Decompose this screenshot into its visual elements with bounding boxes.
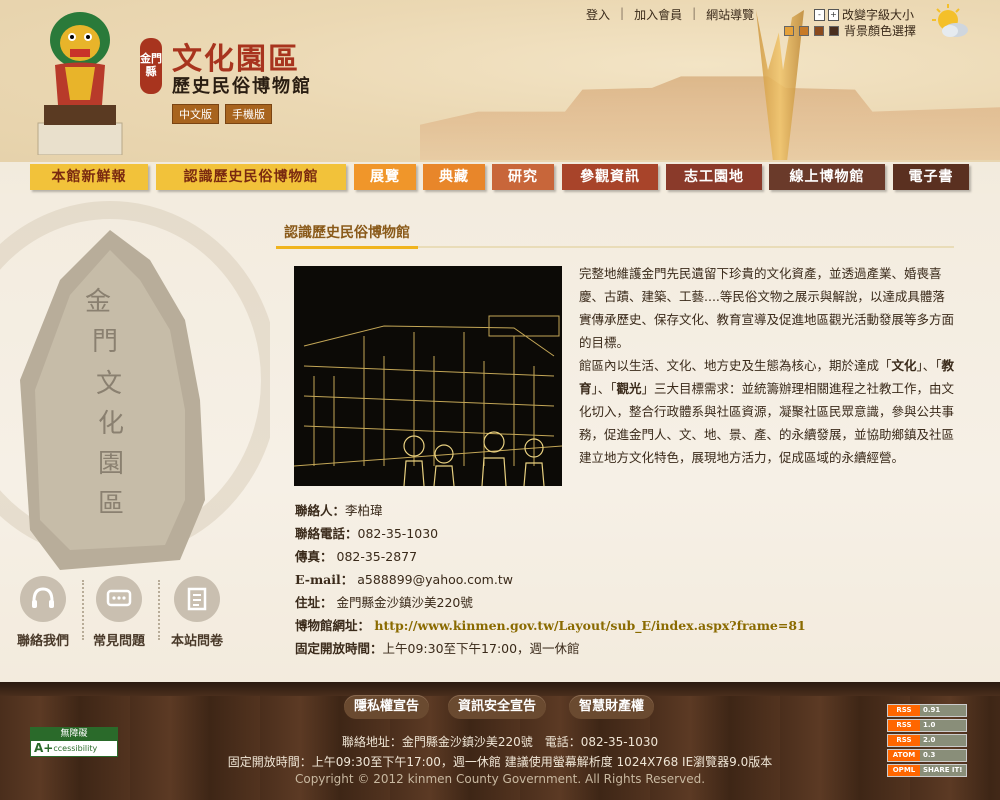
rock-inscription-3: 文	[96, 369, 122, 399]
top-links: 登入 | 加入會員 | 網站導覽	[586, 6, 754, 23]
rss-10-badge[interactable]: RSS 1.0	[887, 719, 967, 732]
rock-inscription-2: 門	[92, 327, 118, 357]
rss-20-badge[interactable]: RSS 2.0	[887, 734, 967, 747]
separator: |	[620, 6, 625, 20]
privacy-button[interactable]: 隱私權宣告	[344, 695, 430, 719]
contact-address: 住址： 金門縣金沙鎮沙美220號	[295, 595, 473, 610]
nav-about-museum[interactable]: 認識歷史民俗博物館	[156, 164, 346, 190]
nav-visit-info[interactable]: 參觀資訊	[562, 164, 658, 190]
rock-monument-image: 金 門 文 化 園 區	[0, 201, 270, 570]
quick-faq-label: 常見問題	[92, 634, 145, 649]
font-smaller-icon[interactable]: -	[814, 8, 825, 21]
font-size-label: 改變字級大小	[842, 8, 915, 22]
page: 金門縣 文化園區 歷史民俗博物館 中文版 手機版 登入 | 加入會員 | 網站導覽 …	[0, 0, 1000, 800]
sitemap-link[interactable]: 網站導覽	[706, 6, 754, 23]
rock-inscription-5: 園	[98, 449, 124, 479]
bg-color-swatch-4[interactable]	[829, 25, 839, 36]
opml-badge[interactable]: OPML SHARE IT!	[887, 764, 967, 777]
museum-description: 完整地維護金門先民遺留下珍貴的文化資產，並透過產業、婚喪喜慶、古蹟、建築、工藝.…	[579, 262, 955, 469]
contact-website: 博物館網址： http://www.kinmen.gov.tw/Layout/s…	[295, 618, 806, 633]
survey-icon	[174, 576, 220, 622]
contact-email: E-mail： a588899@yahoo.com.tw	[295, 572, 513, 587]
headset-icon	[20, 576, 66, 622]
footer-hours: 固定開放時間：上午09:30至下午17:00，週一休館 建議使用螢幕解析度 10…	[227, 755, 773, 769]
rock-inscription-4: 化	[98, 409, 124, 439]
rock-inscription-6: 區	[98, 489, 124, 519]
font-larger-icon[interactable]: +	[828, 8, 839, 21]
accessibility-badge-grade: A+	[34, 741, 54, 755]
join-member-link[interactable]: 加入會員	[634, 6, 682, 23]
divider	[158, 580, 160, 640]
logo-county-badge: 金門縣	[140, 38, 162, 94]
bg-color-label: 背景顏色選擇	[844, 24, 917, 38]
quick-survey[interactable]: 本站問卷	[162, 576, 232, 649]
wind-lion-god-statue	[37, 12, 123, 155]
quick-survey-label: 本站問卷	[170, 634, 223, 649]
nav-exhibitions[interactable]: 展覽	[354, 164, 416, 190]
feed-badges: RSS 0.91 RSS 1.0 RSS 2.0 ATOM 0.3 OPML SHARE …	[887, 704, 967, 779]
logo-subtitle: 歷史民俗博物館	[172, 76, 312, 97]
contact-fax: 傳真： 082-35-2877	[295, 549, 418, 564]
bg-color-swatch-3[interactable]	[814, 25, 824, 36]
bg-color-swatch-2[interactable]	[799, 25, 809, 36]
accessibility-badge-title: 無障礙	[31, 728, 117, 741]
rock-inscription-1: 金	[85, 287, 111, 317]
contact-phone: 聯絡電話：082-35-1030	[295, 526, 439, 541]
language-links: 中文版 手機版	[172, 104, 272, 124]
lang-mobile-link[interactable]: 手機版	[225, 104, 272, 124]
rss-091-badge[interactable]: RSS 0.91	[887, 704, 967, 717]
font-size-control: - + 改變字級大小	[814, 6, 914, 23]
chat-icon	[96, 576, 142, 622]
nav-ebook[interactable]: 電子書	[893, 164, 969, 190]
contact-hours: 固定開放時間：上午09:30至下午17:00，週一休館	[295, 641, 580, 656]
accessibility-badge[interactable]: 無障礙 A+ ccessibility	[30, 727, 118, 757]
description-para-2: 館區內以生活、文化、地方史及生態為核心，期於達成「文化」、「教育」、「觀光」三大…	[579, 358, 955, 465]
weather-icon	[932, 4, 968, 37]
footer-address: 聯絡地址：金門縣金沙鎮沙美220號 電話：082-35-1030	[341, 735, 659, 749]
nav-collections[interactable]: 典藏	[423, 164, 485, 190]
quick-faq[interactable]: 常見問題	[84, 576, 154, 649]
nav-online-museum[interactable]: 線上博物館	[769, 164, 885, 190]
header-banner: 金門縣 文化園區 歷史民俗博物館 中文版 手機版 登入 | 加入會員 | 網站導覽 …	[0, 0, 1000, 162]
quick-contact-label: 聯絡我們	[16, 634, 69, 649]
title-underline	[276, 246, 954, 249]
museum-photo	[294, 266, 562, 486]
bg-color-swatch-1[interactable]	[784, 25, 794, 36]
security-button[interactable]: 資訊安全宣告	[448, 695, 547, 719]
quick-contact[interactable]: 聯絡我們	[8, 576, 78, 649]
nav-volunteer[interactable]: 志工園地	[666, 164, 762, 190]
ip-rights-button[interactable]: 智慧財產權	[569, 695, 655, 719]
login-link[interactable]: 登入	[586, 6, 610, 23]
nav-news[interactable]: 本館新鮮報	[30, 164, 148, 190]
bg-color-control: 背景顏色選擇	[784, 22, 916, 39]
atom-badge[interactable]: ATOM 0.3	[887, 749, 967, 762]
museum-website-link[interactable]: http://www.kinmen.gov.tw/Layout/sub_E/in…	[370, 618, 805, 633]
lang-chinese-link[interactable]: 中文版	[172, 104, 219, 124]
description-para-1: 完整地維護金門先民遺留下珍貴的文化資產，並透過產業、婚喪喜慶、古蹟、建築、工藝.…	[579, 266, 955, 350]
accessibility-badge-text: ccessibility	[53, 743, 98, 753]
contact-person: 聯絡人：李柏瑋	[295, 503, 383, 518]
footer-copyright: Copyright © 2012 kinmen County Governmen…	[294, 772, 706, 786]
separator: |	[692, 6, 697, 20]
nav-research[interactable]: 研究	[492, 164, 554, 190]
page-title: 認識歷史民俗博物館	[284, 225, 410, 241]
museum-building-image	[420, 76, 1000, 160]
